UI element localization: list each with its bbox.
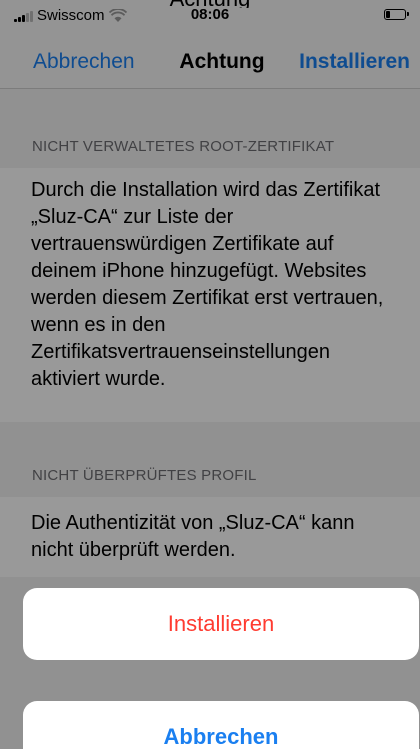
screen: Achtung Swisscom 08:06 Abbrechen Achtung… [0,0,420,749]
sheet-install-button[interactable]: Installieren [23,588,419,660]
sheet-cancel-button[interactable]: Abbrechen [23,701,419,749]
